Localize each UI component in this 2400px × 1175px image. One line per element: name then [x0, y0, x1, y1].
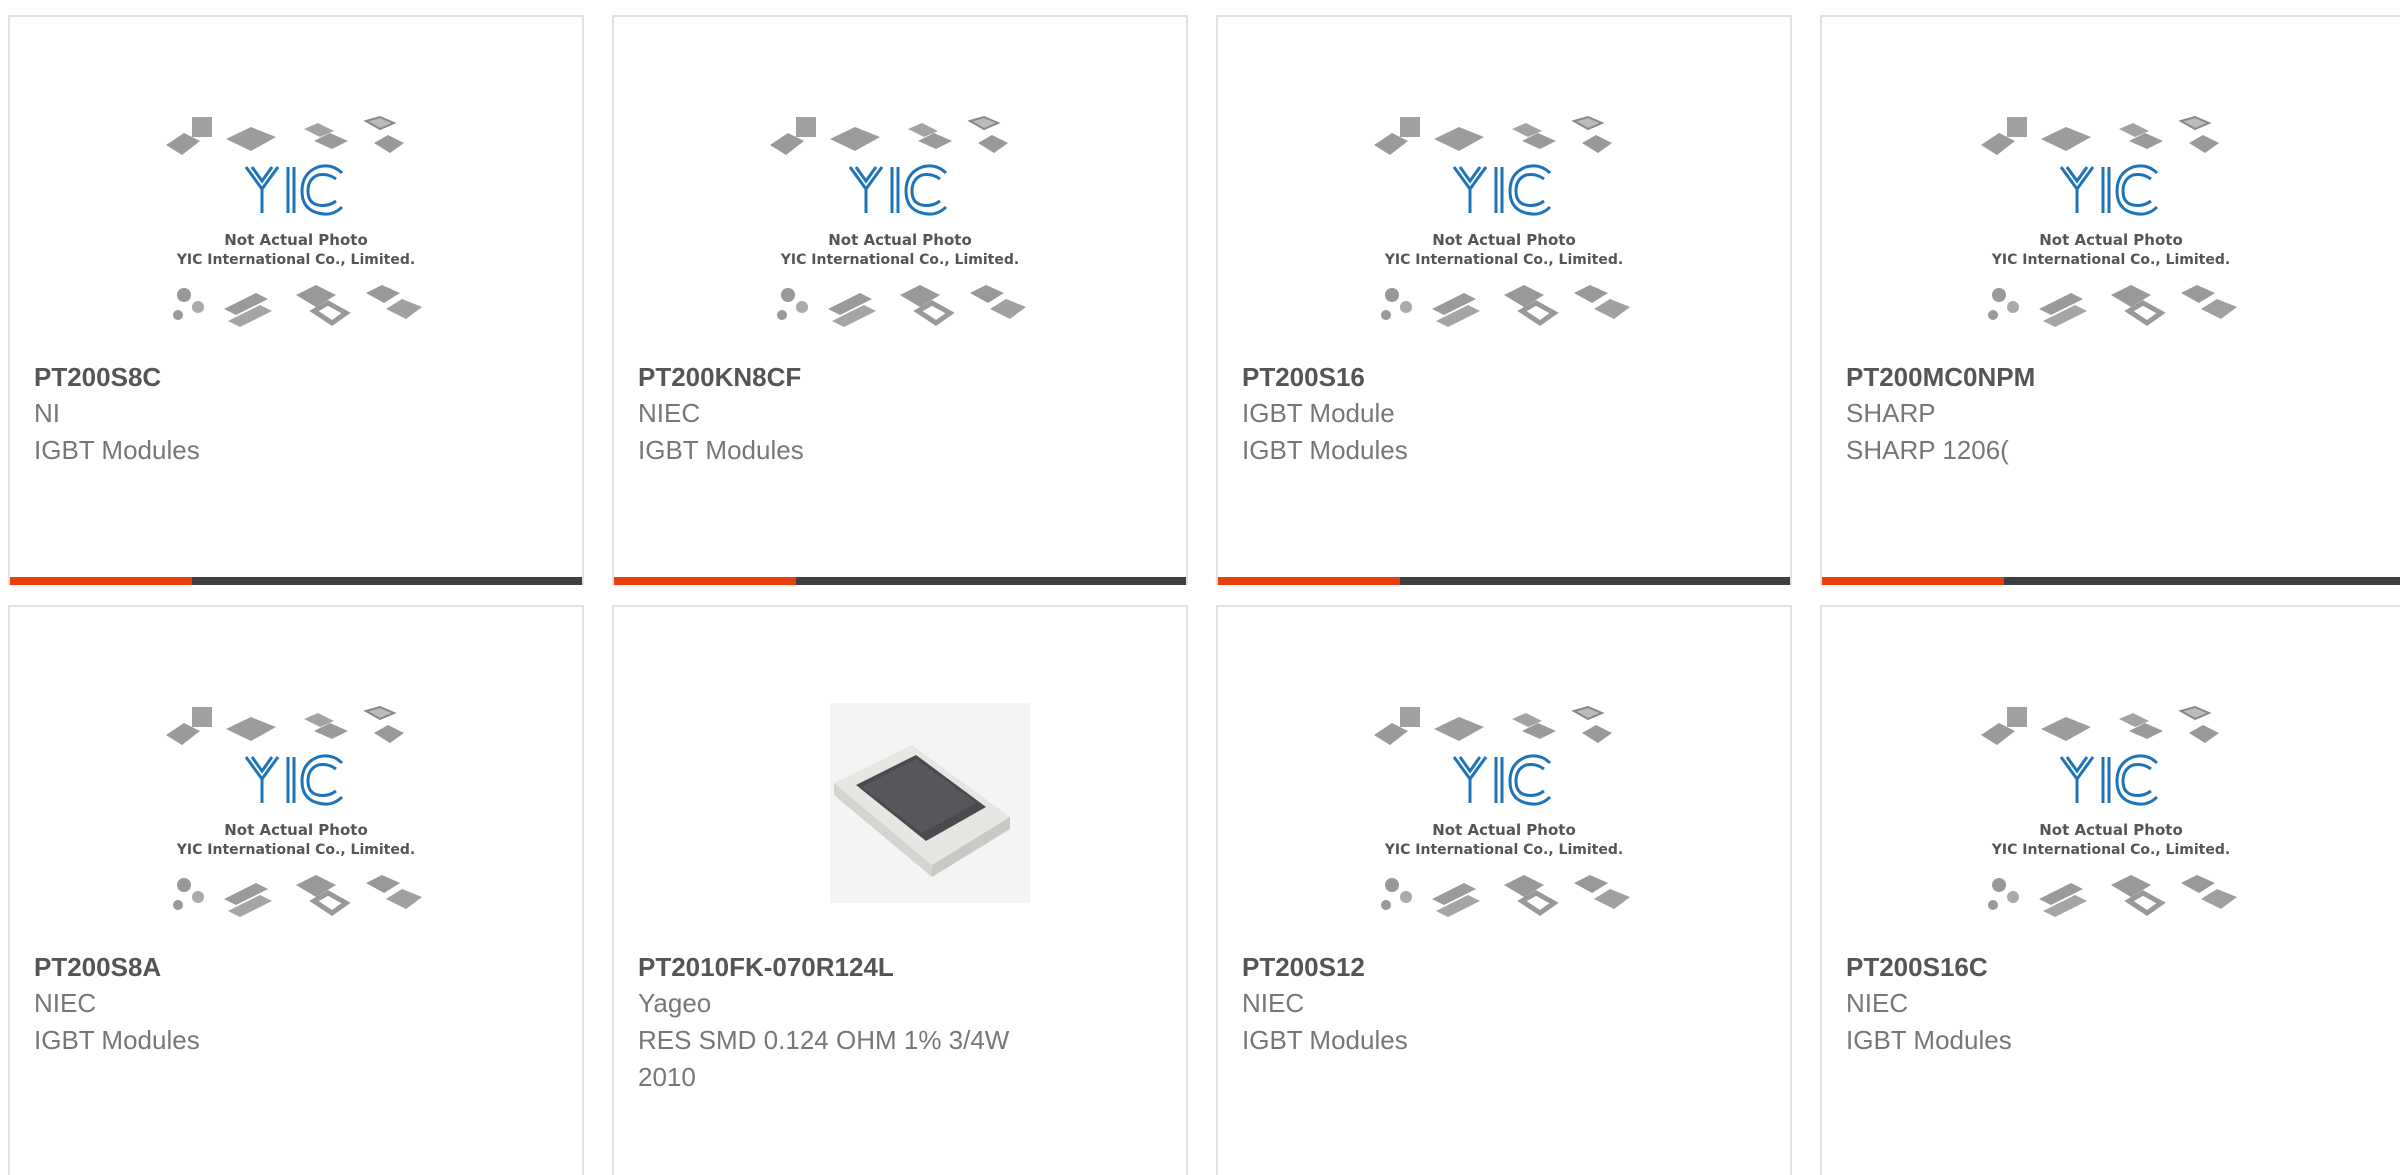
placeholder-image: Not Actual Photo YIC International Co., …: [166, 705, 422, 917]
part-number[interactable]: PT200S16: [1242, 359, 1766, 395]
product-image-placeholder: Not Actual Photo YIC International Co., …: [1822, 97, 2400, 357]
manufacturer: NIEC: [638, 398, 701, 428]
placeholder-image: Not Actual Photo YIC International Co., …: [770, 115, 1026, 327]
manufacturer: IGBT Module: [1242, 398, 1395, 428]
svg-text:YIC International Co., Limited: YIC International Co., Limited.: [1991, 842, 2230, 858]
manufacturer: SHARP: [1846, 398, 1936, 428]
description: IGBT Modules: [1242, 435, 1408, 465]
manufacturer: NIEC: [1242, 988, 1305, 1018]
product-grid: Not Actual Photo YIC International Co., …: [0, 0, 2400, 1175]
product-info: PT200S8A NIEC IGBT Modules: [34, 949, 558, 1059]
svg-text:Not Actual Photo: Not Actual Photo: [224, 821, 368, 839]
product-info: PT200MC0NPM SHARP SHARP 1206(: [1846, 359, 2376, 469]
manufacturer: NI: [34, 398, 60, 428]
resistor-photo: [830, 703, 1030, 903]
part-number[interactable]: PT2010FK-070R124L: [638, 949, 1162, 985]
card-accent-bar: [614, 577, 796, 585]
svg-text:YIC International Co., Limited: YIC International Co., Limited.: [176, 252, 415, 268]
product-info: PT200S12 NIEC IGBT Modules: [1242, 949, 1766, 1059]
product-info: PT200KN8CF NIEC IGBT Modules: [638, 359, 1162, 469]
product-card[interactable]: Not Actual Photo YIC International Co., …: [1216, 15, 1792, 585]
description: IGBT Modules: [34, 1025, 200, 1055]
svg-text:YIC International Co., Limited: YIC International Co., Limited.: [780, 252, 1019, 268]
product-info: PT2010FK-070R124L Yageo RES SMD 0.124 OH…: [638, 949, 1162, 1096]
card-bottom-bar: [614, 577, 1186, 585]
part-number[interactable]: PT200S16C: [1846, 949, 2376, 985]
part-number[interactable]: PT200KN8CF: [638, 359, 1162, 395]
product-image-placeholder: Not Actual Photo YIC International Co., …: [10, 97, 582, 357]
description: SHARP 1206(: [1846, 435, 2009, 465]
product-card[interactable]: Not Actual Photo YIC International Co., …: [8, 605, 584, 1175]
product-card[interactable]: Not Actual Photo YIC International Co., …: [1216, 605, 1792, 1175]
product-card[interactable]: Not Actual Photo YIC International Co., …: [1820, 15, 2400, 585]
svg-text:Not Actual Photo: Not Actual Photo: [2039, 821, 2183, 839]
part-number[interactable]: PT200MC0NPM: [1846, 359, 2376, 395]
product-info: PT200S16C NIEC IGBT Modules: [1846, 949, 2376, 1059]
manufacturer: NIEC: [34, 988, 97, 1018]
description: IGBT Modules: [34, 435, 200, 465]
product-card[interactable]: Not Actual Photo YIC International Co., …: [612, 15, 1188, 585]
svg-text:YIC International Co., Limited: YIC International Co., Limited.: [1384, 842, 1623, 858]
svg-text:YIC International Co., Limited: YIC International Co., Limited.: [1384, 252, 1623, 268]
card-accent-bar: [10, 577, 192, 585]
manufacturer: NIEC: [1846, 988, 1909, 1018]
part-number[interactable]: PT200S8C: [34, 359, 558, 395]
placeholder-image: Not Actual Photo YIC International Co., …: [1981, 115, 2237, 327]
svg-text:YIC International Co., Limited: YIC International Co., Limited.: [1991, 252, 2230, 268]
placeholder-image: Not Actual Photo YIC International Co., …: [1374, 705, 1630, 917]
svg-text:Not Actual Photo: Not Actual Photo: [1432, 821, 1576, 839]
placeholder-image: Not Actual Photo YIC International Co., …: [1981, 705, 2237, 917]
svg-text:YIC International Co., Limited: YIC International Co., Limited.: [176, 842, 415, 858]
card-accent-bar: [1218, 577, 1400, 585]
card-bottom-bar: [10, 577, 582, 585]
product-card[interactable]: Not Actual Photo YIC International Co., …: [1820, 605, 2400, 1175]
product-card[interactable]: PT2010FK-070R124L Yageo RES SMD 0.124 OH…: [612, 605, 1188, 1175]
description: IGBT Modules: [1846, 1025, 2012, 1055]
svg-text:Not Actual Photo: Not Actual Photo: [828, 231, 972, 249]
description: IGBT Modules: [1242, 1025, 1408, 1055]
description: IGBT Modules: [638, 435, 804, 465]
description: RES SMD 0.124 OHM 1% 3/4W 2010: [638, 1025, 1010, 1092]
svg-text:Not Actual Photo: Not Actual Photo: [1432, 231, 1576, 249]
card-bottom-bar: [1822, 577, 2400, 585]
card-bottom-bar: [1218, 577, 1790, 585]
manufacturer: Yageo: [638, 988, 712, 1018]
product-info: PT200S16 IGBT Module IGBT Modules: [1242, 359, 1766, 469]
product-info: PT200S8C NI IGBT Modules: [34, 359, 558, 469]
product-image-placeholder: Not Actual Photo YIC International Co., …: [614, 97, 1186, 357]
product-image-placeholder: Not Actual Photo YIC International Co., …: [1218, 97, 1790, 357]
product-image-placeholder: Not Actual Photo YIC International Co., …: [1218, 687, 1790, 947]
placeholder-image: Not Actual Photo YIC International Co., …: [166, 115, 422, 327]
svg-text:Not Actual Photo: Not Actual Photo: [224, 231, 368, 249]
product-card[interactable]: Not Actual Photo YIC International Co., …: [8, 15, 584, 585]
card-accent-bar: [1822, 577, 2004, 585]
product-image-placeholder: Not Actual Photo YIC International Co., …: [10, 687, 582, 947]
placeholder-image: Not Actual Photo YIC International Co., …: [1374, 115, 1630, 327]
product-image: [614, 687, 1186, 947]
part-number[interactable]: PT200S12: [1242, 949, 1766, 985]
product-image-placeholder: Not Actual Photo YIC International Co., …: [1822, 687, 2400, 947]
part-number[interactable]: PT200S8A: [34, 949, 558, 985]
svg-text:Not Actual Photo: Not Actual Photo: [2039, 231, 2183, 249]
